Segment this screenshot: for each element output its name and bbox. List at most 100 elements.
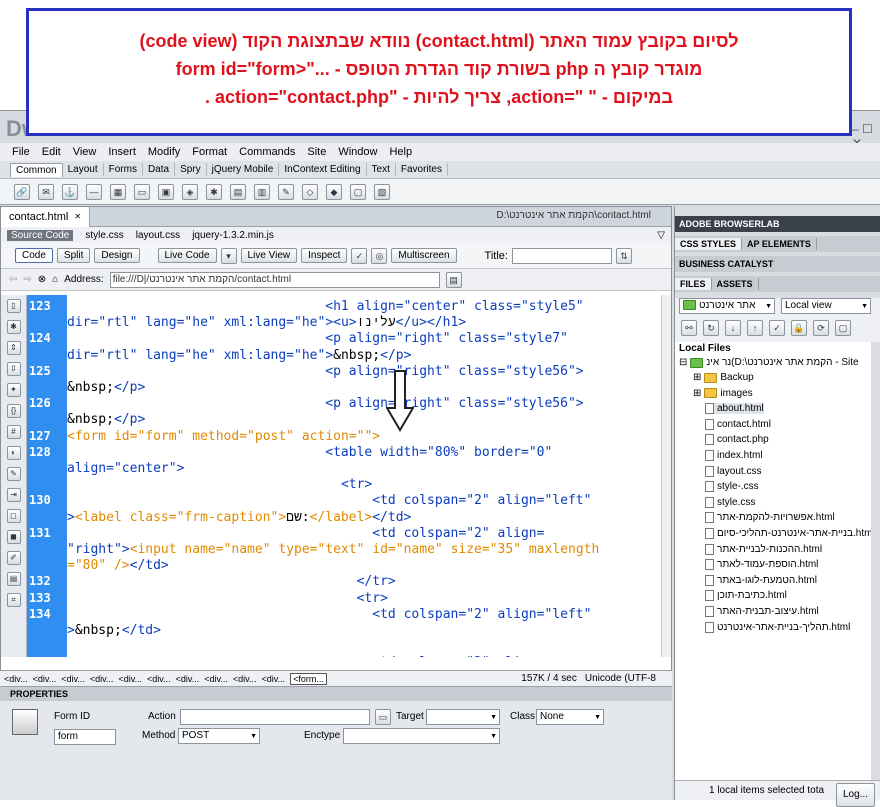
file-item[interactable]: בניית-אתר-אינטרנט-תהליכי-סיום.html [705, 528, 871, 539]
menu-modify[interactable]: Modify [142, 146, 186, 158]
named-anchor-icon[interactable]: ⚓ [62, 183, 78, 200]
collapse-icon[interactable]: ⊟ [679, 357, 687, 368]
insert-tab-layout[interactable]: Layout [63, 163, 104, 176]
check-in-icon[interactable]: 🔒 [791, 320, 807, 336]
insert-tab-data[interactable]: Data [143, 163, 176, 176]
related-file-2[interactable]: layout.css [136, 230, 180, 241]
tag-selector-item[interactable]: <div... [176, 674, 200, 684]
form-id-input[interactable]: form [54, 729, 116, 745]
collapse-selection-icon[interactable]: ⇕ [6, 341, 21, 355]
folder-icon[interactable]: ▭ [375, 709, 391, 725]
hyperlink-icon[interactable]: 🔗 [14, 183, 30, 200]
multiscreen-button[interactable]: Multiscreen [391, 248, 457, 263]
format-source-icon[interactable]: ⌗ [6, 593, 21, 607]
open-documents-icon[interactable]: ▯ [6, 299, 21, 313]
server-side-include-icon[interactable]: ▥ [254, 183, 270, 200]
related-file-1[interactable]: style.css [85, 230, 123, 241]
live-options-icon[interactable]: ▾ [220, 247, 237, 264]
tab-css-styles[interactable]: CSS STYLES [675, 238, 743, 250]
menu-commands[interactable]: Commands [233, 146, 301, 158]
tag-selector-item[interactable]: <div... [147, 674, 171, 684]
tag-selector-item[interactable]: <div... [90, 674, 114, 684]
tab-files[interactable]: FILES [675, 278, 712, 290]
site-root[interactable]: ⊟ נר אינ(D:\הקמת אתר אינטרנט - Site [679, 357, 859, 368]
script-icon[interactable]: ◆ [326, 183, 342, 200]
file-item[interactable]: layout.css [705, 465, 761, 477]
folder-item[interactable]: ⊞ Backup [693, 372, 754, 383]
auto-indent-icon[interactable]: ⇥ [6, 488, 21, 502]
head-icon[interactable]: ◇ [302, 183, 318, 200]
file-item[interactable]: כתיבת-תוכן.html [705, 590, 787, 602]
tag-selector-item[interactable]: <form... [290, 672, 327, 685]
syntax-coloring-icon[interactable]: ✎ [6, 467, 21, 481]
site-select[interactable]: אתר אינטרנט [679, 298, 775, 314]
close-icon[interactable]: ✕ [74, 212, 81, 221]
image-icon[interactable]: ▣ [158, 183, 174, 200]
insert-tab-text[interactable]: Text [367, 163, 396, 176]
file-item[interactable]: style-.css [705, 481, 759, 493]
menu-format[interactable]: Format [186, 146, 233, 158]
code-editor[interactable]: <h1 align="center" class="style5" dir="rt… [67, 295, 671, 657]
inspect-button[interactable]: Inspect [301, 248, 348, 263]
apply-comment-icon[interactable]: ◻ [6, 509, 21, 523]
insert-tab-spry[interactable]: Spry [175, 163, 207, 176]
comment-icon[interactable]: ✎ [278, 183, 294, 200]
file-item[interactable]: style.css [705, 496, 755, 508]
related-file-3[interactable]: jquery-1.3.2.min.js [192, 230, 274, 241]
div-icon[interactable]: ▭ [134, 183, 150, 200]
tag-selector-item[interactable]: <div... [204, 674, 228, 684]
home-icon[interactable]: ⌂ [52, 274, 58, 285]
menu-site[interactable]: Site [301, 146, 332, 158]
stop-icon[interactable]: ⊗ [38, 274, 46, 285]
menu-file[interactable]: File [6, 146, 36, 158]
file-item[interactable]: index.html [705, 450, 763, 461]
date-icon[interactable]: ▤ [230, 183, 246, 200]
tag-chooser-icon[interactable]: ▧ [374, 183, 390, 200]
enctype-select[interactable] [343, 728, 500, 744]
file-item[interactable]: contact.html [705, 418, 771, 430]
tag-selector-item[interactable]: <div... [118, 674, 142, 684]
insert-tab-jquery-mobile[interactable]: jQuery Mobile [207, 163, 280, 176]
menu-insert[interactable]: Insert [102, 146, 142, 158]
file-item[interactable]: אפשרויות-להקמת-אתר.html [705, 512, 835, 524]
insert-tab-incontext-editing[interactable]: InContext Editing [279, 163, 367, 176]
table-icon[interactable]: ▦ [110, 183, 126, 200]
tag-selector-item[interactable]: <div... [4, 674, 28, 684]
log-button[interactable]: Log... [835, 783, 875, 807]
recent-snippets-icon[interactable]: ▤ [6, 572, 21, 586]
address-input[interactable]: file:///D|/הקמת אתר אינטרנט/contact.html [109, 271, 440, 288]
balance-braces-icon[interactable]: {} [6, 404, 21, 418]
validate-icon[interactable]: ✓ [351, 247, 368, 264]
get-files-icon[interactable]: ↓ [725, 320, 741, 336]
business-catalyst-header[interactable]: BUSINESS CATALYST [675, 256, 880, 272]
browse-menu-icon[interactable]: ▤ [445, 271, 462, 288]
highlight-invalid-icon[interactable]: ◐ [6, 446, 21, 460]
tag-selector-item[interactable]: <div... [33, 674, 57, 684]
put-files-icon[interactable]: ↑ [747, 320, 763, 336]
synchronize-icon[interactable]: ⟳ [813, 320, 829, 336]
file-item[interactable]: הוספת-עמוד-לאתר.html [705, 559, 818, 571]
expand-panel-icon[interactable]: ▢ [835, 320, 851, 336]
insert-tab-forms[interactable]: Forms [104, 163, 143, 176]
file-item[interactable]: הטמעת-לוגו-באתר.html [705, 574, 817, 586]
tag-selector-item[interactable]: <div... [261, 674, 285, 684]
back-icon[interactable]: ⇦ [9, 274, 17, 285]
templates-icon[interactable]: ▢ [350, 183, 366, 200]
live-code-button[interactable]: Live Code [157, 248, 217, 263]
wrap-tag-icon[interactable]: ✐ [6, 551, 21, 565]
file-management-icon[interactable]: ⇅ [615, 247, 632, 264]
action-input[interactable] [180, 709, 370, 725]
class-select[interactable]: None [536, 709, 604, 725]
code-view-button[interactable]: Code [15, 248, 53, 263]
insert-tab-common[interactable]: Common [10, 162, 63, 177]
design-view-button[interactable]: Design [94, 248, 140, 263]
email-link-icon[interactable]: ✉ [38, 183, 54, 200]
remove-comment-icon[interactable]: ◼ [6, 530, 21, 544]
tag-selector-item[interactable]: <div... [61, 674, 85, 684]
connect-icon[interactable]: ⚯ [681, 320, 697, 336]
check-out-icon[interactable]: ✓ [769, 320, 785, 336]
file-item[interactable]: ההכנות-לבניית-אתר.html [705, 543, 822, 555]
forward-icon[interactable]: ⇨ [23, 274, 31, 285]
file-item[interactable]: about.html [705, 403, 764, 415]
file-item[interactable]: תהליך-בניית-אתר-אינטרנט.html [705, 621, 850, 633]
